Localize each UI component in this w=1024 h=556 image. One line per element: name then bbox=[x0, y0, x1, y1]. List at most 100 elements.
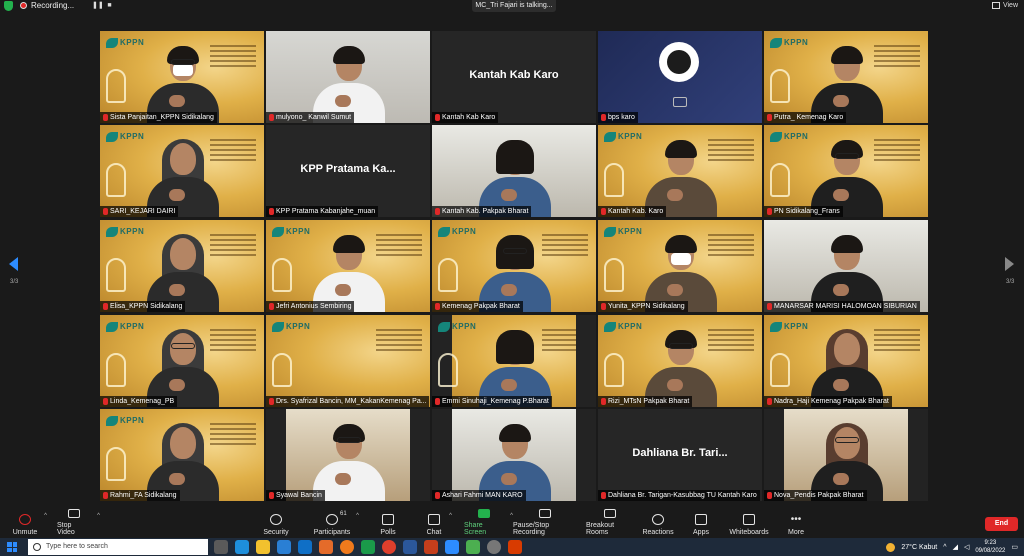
kppn-logo-icon: KPPN bbox=[106, 130, 154, 144]
participant-tile[interactable]: KPPN Sista Panjaitan_KPPN Sidikalang bbox=[100, 31, 264, 123]
windows-start-icon[interactable] bbox=[7, 542, 17, 552]
participant-tile[interactable]: KPPN Jefri Antonius Sembiring bbox=[266, 220, 430, 312]
participant-tile[interactable]: bps karo bbox=[598, 31, 762, 123]
participants-label: Participants bbox=[313, 529, 351, 536]
file-explorer-icon[interactable] bbox=[256, 540, 270, 554]
presentation-icon[interactable] bbox=[508, 540, 522, 554]
breakout-rooms-button[interactable]: Breakout Rooms bbox=[586, 509, 634, 538]
weather-label[interactable]: 27°C Kabut bbox=[901, 544, 937, 551]
participant-tile[interactable]: KPPN Emmi Sinuhaji_Kemenag P.Bharat bbox=[432, 315, 596, 407]
participant-tile[interactable]: Syawal Bancin bbox=[266, 409, 430, 501]
firefox-icon[interactable] bbox=[340, 540, 354, 554]
windows-taskbar: Type here to search 27°C Kabut ^ ◢ ◁ 9:2… bbox=[0, 538, 1024, 556]
g20-ornament-icon bbox=[106, 447, 126, 481]
participant-name: Jefri Antonius Sembiring bbox=[276, 303, 352, 310]
participant-name: Elisa_KPPN Sidikalang bbox=[110, 303, 183, 310]
apps-icon bbox=[695, 514, 707, 525]
active-speaker-banner: MC_Tri Fajari is talking... bbox=[472, 0, 556, 12]
chrome-icon[interactable] bbox=[382, 540, 396, 554]
participant-tile[interactable]: MANARSAR MARISI HALOMOAN SIBURIAN bbox=[764, 220, 928, 312]
pause-stop-recording-button[interactable]: Pause/Stop Recording bbox=[513, 509, 577, 538]
taskbar-clock[interactable]: 9:23 09/08/2022 bbox=[975, 539, 1005, 555]
participants-button[interactable]: 61 Participants ^ bbox=[313, 509, 359, 538]
stop-recording-icon[interactable]: ■ bbox=[105, 1, 114, 10]
previous-page-button[interactable] bbox=[9, 257, 21, 275]
volume-icon[interactable]: ◁ bbox=[964, 543, 969, 551]
notification-icon[interactable]: ▭ bbox=[1011, 543, 1018, 551]
participant-name-label: PN Sidikalang_Frans bbox=[764, 206, 843, 217]
participant-name: Ashari Fahmi MAN KARO bbox=[442, 492, 523, 499]
share-screen-button[interactable]: Share Screen ^ bbox=[464, 509, 513, 538]
participant-tile[interactable]: KPPN SARI_KEJARI DAIRI bbox=[100, 125, 264, 217]
pause-recording-icon[interactable]: ❚❚ bbox=[92, 1, 104, 10]
app-icon[interactable] bbox=[466, 540, 480, 554]
participant-name: Yunita_KPPN Sidikalang bbox=[608, 303, 685, 310]
unmute-label: Unmute bbox=[12, 529, 38, 536]
participant-tile[interactable]: KPPN Drs. Syafrizal Bancin, MM_KakanKemen… bbox=[266, 315, 430, 407]
microphone-muted-icon bbox=[435, 492, 440, 499]
next-page-button[interactable] bbox=[1005, 257, 1017, 275]
more-button[interactable]: ••• More bbox=[787, 509, 805, 538]
end-meeting-button[interactable]: End bbox=[985, 517, 1018, 531]
polls-button[interactable]: Polls bbox=[378, 509, 398, 538]
powerpoint-icon[interactable] bbox=[424, 540, 438, 554]
zoom-icon[interactable] bbox=[445, 540, 459, 554]
spreadsheet-icon[interactable] bbox=[361, 540, 375, 554]
network-icon[interactable]: ◢ bbox=[953, 543, 958, 551]
chevron-up-icon[interactable]: ^ bbox=[943, 544, 946, 551]
mail-icon[interactable] bbox=[298, 540, 312, 554]
participant-name-label: Nadra_Haji Kemenag Pakpak Bharat bbox=[764, 396, 892, 407]
encryption-shield-icon[interactable] bbox=[4, 1, 13, 11]
whiteboard-icon bbox=[743, 514, 755, 525]
apps-button[interactable]: Apps bbox=[692, 509, 710, 538]
task-view-icon[interactable] bbox=[214, 540, 228, 554]
participant-name-label: Nova_Pendis Pakpak Bharat bbox=[764, 490, 867, 501]
participant-name-label: Linda_Kemenag_PB bbox=[100, 396, 178, 407]
participant-tile[interactable]: Kantah Kab Karo Kantah Kab Karo bbox=[432, 31, 596, 123]
participant-tile[interactable]: KPPN Kemenag Pakpak Bharat bbox=[432, 220, 596, 312]
participant-tile[interactable]: Kantah Kab. Pakpak Bharat bbox=[432, 125, 596, 217]
participants-icon bbox=[326, 514, 338, 525]
participant-display-name: Dahliana Br. Tari... bbox=[632, 447, 728, 459]
participant-name-label: Elisa_KPPN Sidikalang bbox=[100, 301, 186, 312]
view-button[interactable]: View bbox=[991, 0, 1018, 11]
breakout-rooms-icon bbox=[604, 509, 616, 518]
participant-tile[interactable]: KPPN Linda_Kemenag_PB bbox=[100, 315, 264, 407]
reactions-button[interactable]: Reactions bbox=[642, 509, 674, 538]
participant-tile[interactable]: KPPN Rahmi_FA Sidikalang bbox=[100, 409, 264, 501]
participant-tile[interactable]: Dahliana Br. Tari... Dahliana Br. Tarigan… bbox=[598, 409, 762, 501]
participant-tile[interactable]: Nova_Pendis Pakpak Bharat bbox=[764, 409, 928, 501]
participant-tile[interactable]: KPPN Nadra_Haji Kemenag Pakpak Bharat bbox=[764, 315, 928, 407]
clock-time: 9:23 bbox=[984, 540, 997, 546]
share-screen-icon bbox=[478, 509, 490, 518]
participant-tile[interactable]: KPPN PN Sidikalang_Frans bbox=[764, 125, 928, 217]
participant-tile[interactable]: KPPN Yunita_KPPN Sidikalang bbox=[598, 220, 762, 312]
store-icon[interactable] bbox=[277, 540, 291, 554]
stop-video-button[interactable]: Stop Video ^ bbox=[57, 509, 100, 538]
chevron-up-icon[interactable]: ^ bbox=[449, 513, 452, 519]
participant-tile[interactable]: KPPN Rizi_MTsN Pakpak Bharat bbox=[598, 315, 762, 407]
participant-tile[interactable]: KPPN Kantah Kab. Karo bbox=[598, 125, 762, 217]
chevron-up-icon[interactable]: ^ bbox=[44, 513, 47, 519]
chevron-up-icon[interactable]: ^ bbox=[356, 513, 359, 519]
folder-icon[interactable] bbox=[319, 540, 333, 554]
obs-logo-icon bbox=[659, 42, 699, 82]
participant-tile[interactable]: KPPN Elisa_KPPN Sidikalang bbox=[100, 220, 264, 312]
word-icon[interactable] bbox=[403, 540, 417, 554]
participant-tile[interactable]: KPP Pratama Ka... KPP Pratama Kabanjahe_m… bbox=[266, 125, 430, 217]
stop-video-label: Stop Video bbox=[57, 522, 75, 536]
participant-name-label: Kantah Kab. Pakpak Bharat bbox=[432, 206, 532, 217]
participant-tile[interactable]: KPPN Putra_ Kemenag Karo bbox=[764, 31, 928, 123]
participant-display-name: Kantah Kab Karo bbox=[469, 69, 559, 81]
whiteboards-button[interactable]: Whiteboards bbox=[729, 509, 769, 538]
chevron-up-icon[interactable]: ^ bbox=[97, 513, 100, 519]
participant-tile[interactable]: Ashari Fahmi MAN KARO bbox=[432, 409, 596, 501]
app-icon[interactable] bbox=[487, 540, 501, 554]
unmute-button[interactable]: Unmute ^ bbox=[12, 509, 47, 538]
edge-browser-icon[interactable] bbox=[235, 540, 249, 554]
taskbar-search-input[interactable]: Type here to search bbox=[28, 539, 208, 555]
security-button[interactable]: Security bbox=[262, 509, 290, 538]
participant-tile[interactable]: mulyono_ Kanwil Sumut bbox=[266, 31, 430, 123]
kppn-logo-icon: KPPN bbox=[106, 36, 154, 50]
chat-button[interactable]: Chat ^ bbox=[425, 509, 452, 538]
